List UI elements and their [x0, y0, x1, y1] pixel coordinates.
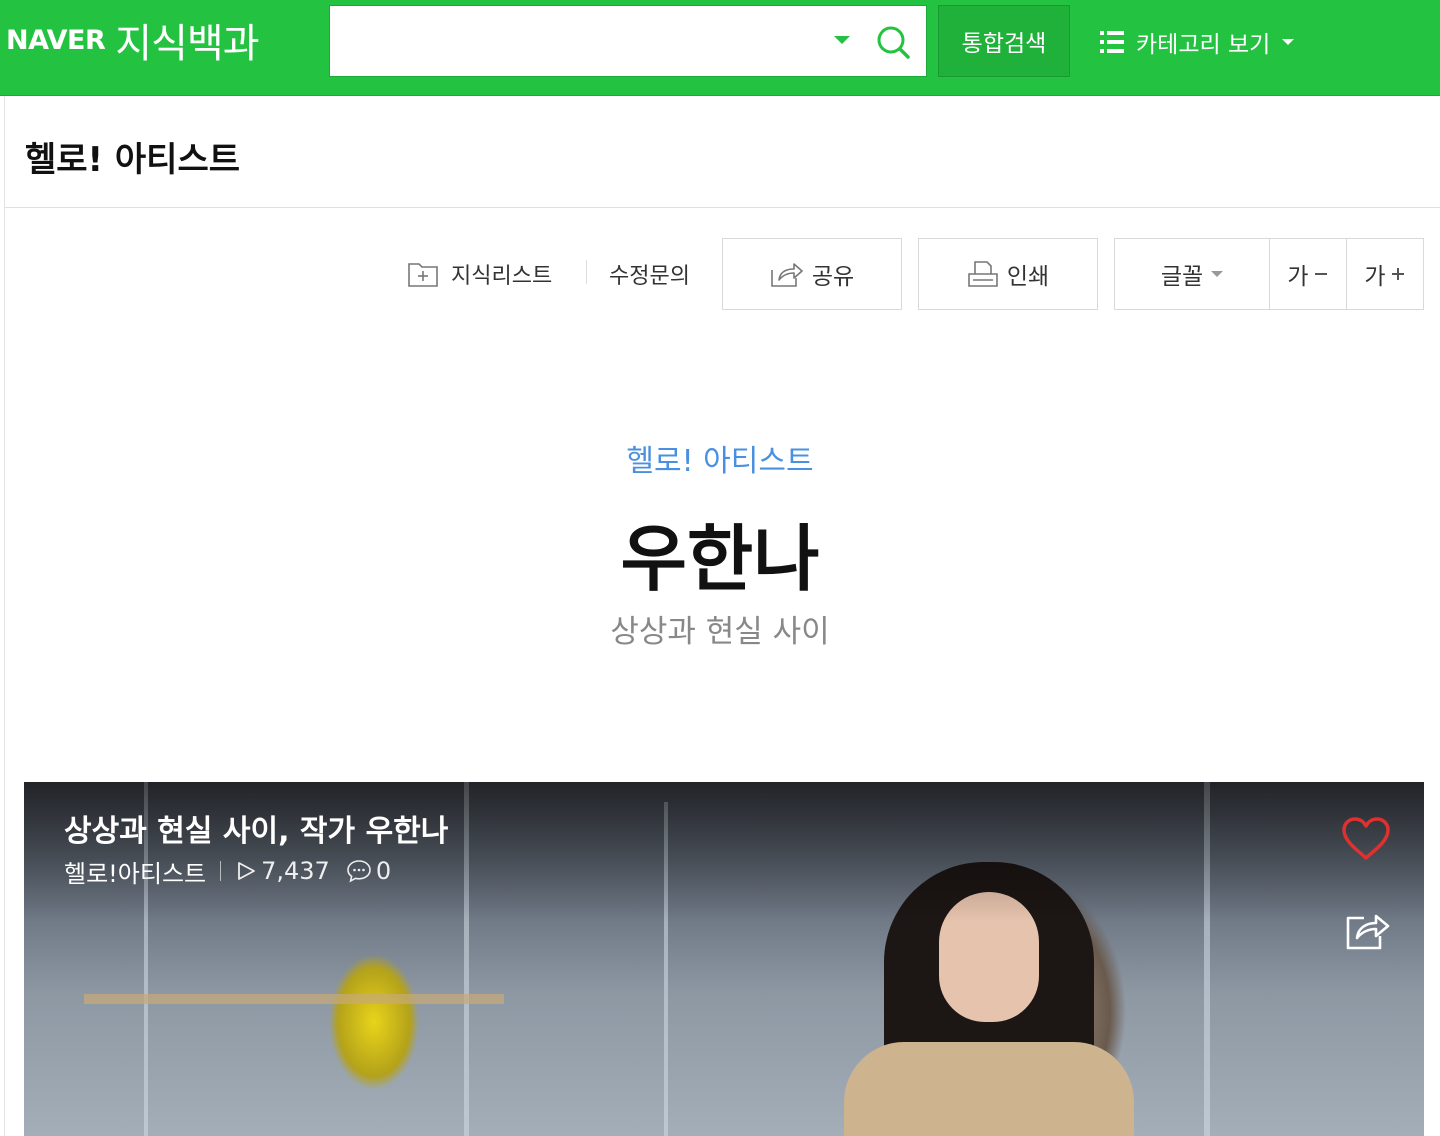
video-player[interactable]: 상상과 현실 사이, 작가 우한나 헬로!아티스트 7,437 0: [24, 782, 1424, 1136]
chevron-down-icon: [1282, 39, 1295, 45]
toolbar-divider: [586, 260, 587, 284]
share-label: 공유: [811, 264, 855, 290]
video-comments[interactable]: 0: [346, 857, 391, 885]
article-subtitle: 상상과 현실 사이: [610, 614, 830, 650]
share-button[interactable]: 공유: [722, 238, 902, 310]
knowledge-list-label: 지식리스트: [451, 264, 553, 289]
search-autocomplete-toggle-icon[interactable]: [834, 36, 850, 44]
minus-icon: [1314, 273, 1327, 275]
search-icon[interactable]: [875, 24, 911, 60]
font-controls: 글꼴 가 가: [1114, 238, 1424, 310]
share-icon[interactable]: [1344, 908, 1392, 952]
edit-request-link[interactable]: 수정문의: [609, 254, 690, 294]
meta-separator: [220, 861, 222, 881]
add-to-knowledge-list-button[interactable]: 지식리스트: [407, 254, 552, 294]
print-label: 인쇄: [1006, 264, 1050, 290]
naver-logo[interactable]: NAVER 지식백과: [6, 14, 260, 67]
integrated-search-button[interactable]: 통합검색: [938, 5, 1070, 77]
video-channel[interactable]: 헬로!아티스트: [64, 854, 206, 889]
font-select-button[interactable]: 글꼴: [1115, 239, 1269, 309]
video-views: 7,437: [235, 857, 330, 885]
chevron-down-icon: [1211, 271, 1224, 277]
font-size-decrease-button[interactable]: 가: [1269, 239, 1346, 309]
share-icon: [771, 263, 803, 287]
video-person-body: [844, 1042, 1134, 1136]
video-top-gradient: [24, 782, 1424, 922]
search-input[interactable]: [342, 20, 822, 62]
font-smaller-label: 가: [1287, 264, 1309, 290]
video-views-count: 7,437: [261, 857, 330, 885]
logo-brand: NAVER: [6, 24, 106, 56]
logo-service-name: 지식백과: [115, 21, 259, 67]
folder-add-icon: [408, 263, 438, 287]
print-button[interactable]: 인쇄: [918, 238, 1098, 310]
category-view-label: 카테고리 보기: [1136, 32, 1271, 58]
list-icon: [1100, 31, 1124, 53]
play-icon: [238, 862, 256, 880]
font-size-increase-button[interactable]: 가: [1346, 239, 1423, 309]
article-category: 헬로! 아티스트: [0, 436, 1440, 480]
font-larger-label: 가: [1364, 264, 1386, 290]
video-meta: 헬로!아티스트 7,437 0: [64, 854, 391, 889]
plus-icon: [1391, 268, 1404, 280]
font-label: 글꼴: [1160, 264, 1204, 290]
article-category-link[interactable]: 헬로! 아티스트: [626, 444, 813, 479]
category-view-button[interactable]: 카테고리 보기: [1100, 22, 1295, 62]
printer-icon: [968, 261, 998, 287]
video-comments-count: 0: [375, 857, 392, 885]
title-bar: 헬로! 아티스트: [5, 96, 1440, 208]
article-title: 우한나: [620, 517, 820, 601]
heart-icon[interactable]: [1340, 816, 1392, 862]
comment-icon: [347, 860, 371, 883]
top-header: NAVER 지식백과 통합검색 카테고리 보기: [0, 0, 1440, 96]
page-title[interactable]: 헬로! 아티스트: [25, 132, 240, 181]
video-title[interactable]: 상상과 현실 사이, 작가 우한나: [64, 806, 448, 850]
